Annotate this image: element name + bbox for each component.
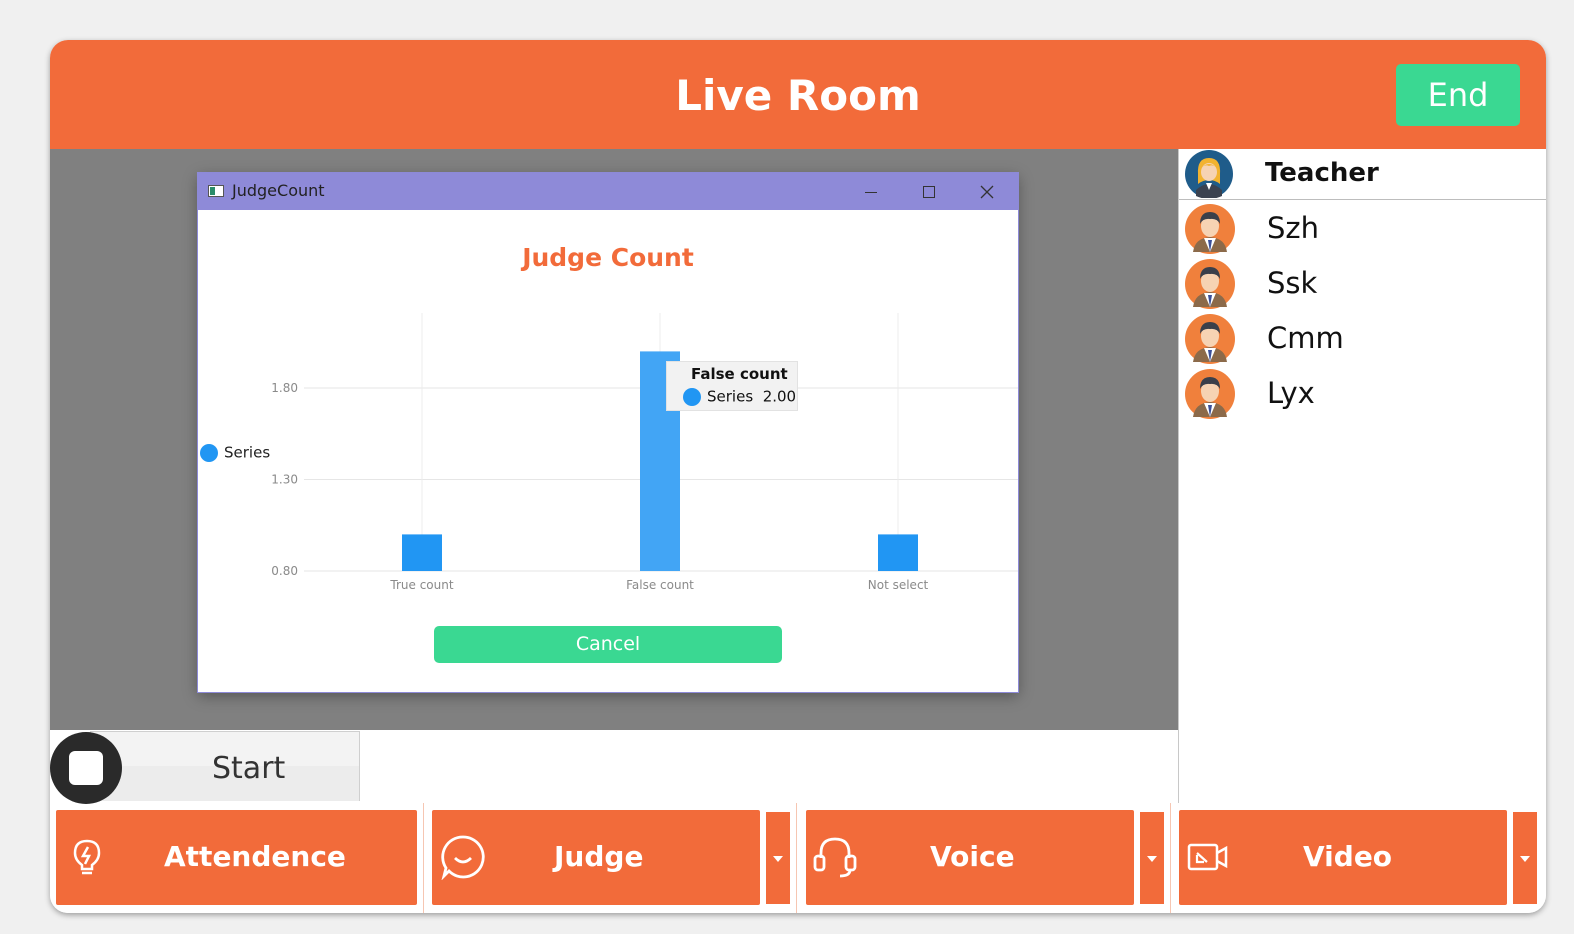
video-dropdown-button[interactable] — [1513, 812, 1537, 904]
bar-chart: 0.80 1.30 1.80 True count False count Not sel… — [271, 313, 1018, 592]
start-button[interactable]: Start — [90, 731, 360, 801]
tooltip-value: 2.00 — [762, 387, 797, 406]
teacher-row[interactable]: Teacher — [1179, 149, 1546, 200]
toolbar-divider — [1170, 803, 1171, 913]
teacher-avatar — [1185, 150, 1233, 198]
judge-label: Judge — [554, 840, 644, 873]
student-avatar — [1185, 369, 1235, 419]
y-tick-label: 1.80 — [271, 381, 298, 395]
headset-icon — [813, 837, 857, 878]
student-avatar — [1185, 314, 1235, 364]
record-controls: Start — [50, 730, 1178, 804]
tooltip-row: Series 2.00 — [683, 387, 796, 406]
student-row[interactable]: Szh — [1179, 202, 1546, 257]
student-avatar — [1185, 259, 1235, 309]
judge-count-dialog: JudgeCount Judge Count 0.80 1.30 1.80 True … — [198, 173, 1018, 692]
cancel-button[interactable]: Cancel — [434, 626, 782, 663]
student-row[interactable]: Lyx — [1179, 367, 1546, 422]
header-bar: Live Room End — [50, 40, 1546, 149]
student-name: Szh — [1267, 211, 1320, 245]
chat-bubble-icon — [441, 835, 485, 880]
page-title: Live Room — [675, 71, 921, 120]
stop-icon — [69, 751, 103, 785]
student-name: Ssk — [1267, 266, 1318, 300]
video-stage: JudgeCount Judge Count 0.80 1.30 1.80 True … — [50, 149, 1178, 730]
video-label: Video — [1303, 840, 1393, 873]
x-tick-label: True count — [389, 578, 453, 592]
student-name: Lyx — [1267, 376, 1315, 410]
voice-dropdown-button[interactable] — [1140, 812, 1164, 904]
student-name: Cmm — [1267, 321, 1344, 355]
video-camera-icon — [1187, 843, 1228, 871]
toolbar-divider — [423, 803, 424, 913]
tooltip-series: Series — [707, 387, 754, 406]
toolbar-divider — [796, 803, 797, 913]
bar — [402, 534, 442, 571]
voice-label: Voice — [930, 840, 1015, 873]
chart-legend: Series — [200, 443, 270, 462]
bottom-toolbar: Attendence Judge Voice Video — [50, 803, 1546, 913]
student-row[interactable]: Ssk — [1179, 257, 1546, 312]
record-toggle-button[interactable] — [50, 732, 122, 804]
student-avatar — [1185, 204, 1235, 254]
participants-panel: Teacher Szh Ssk Cmm Lyx — [1178, 149, 1546, 803]
legend-label: Series — [224, 443, 271, 462]
live-room-window: Live Room End JudgeCount Judge Count 0.8… — [50, 40, 1546, 913]
start-label: Start — [212, 751, 286, 786]
chart-tooltip: False count Series 2.00 — [666, 361, 798, 411]
teacher-name: Teacher — [1265, 158, 1379, 188]
y-tick-label: 1.30 — [271, 473, 298, 487]
attendance-button[interactable]: Attendence — [56, 810, 417, 905]
student-row[interactable]: Cmm — [1179, 312, 1546, 367]
tooltip-swatch — [683, 387, 701, 406]
attendance-label: Attendence — [164, 840, 346, 873]
bar — [878, 534, 918, 571]
lightbulb-icon — [73, 839, 101, 875]
video-button[interactable]: Video — [1179, 810, 1507, 905]
tooltip-title: False count — [691, 365, 788, 383]
voice-button[interactable]: Voice — [806, 810, 1134, 905]
legend-swatch — [200, 443, 218, 462]
judge-dropdown-button[interactable] — [766, 812, 790, 904]
x-tick-label: Not select — [868, 578, 929, 592]
y-tick-label: 0.80 — [271, 564, 298, 578]
judge-button[interactable]: Judge — [432, 810, 760, 905]
end-button[interactable]: End — [1396, 64, 1520, 126]
x-tick-label: False count — [626, 578, 694, 592]
